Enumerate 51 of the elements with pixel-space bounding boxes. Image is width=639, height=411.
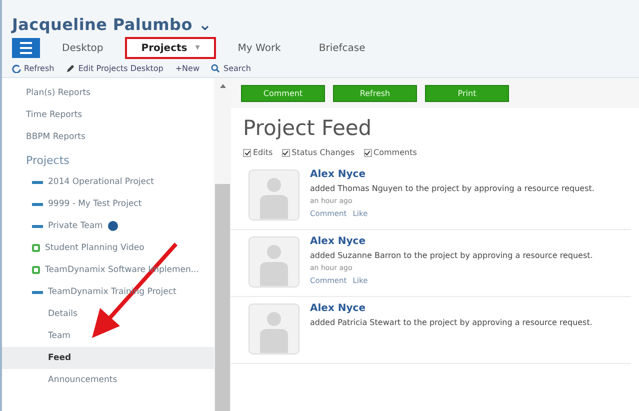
refresh-button[interactable]: Refresh [12, 64, 54, 73]
project-subpage-item[interactable]: Team [2, 325, 214, 347]
project-status-icon [32, 224, 43, 228]
avatar-icon [248, 236, 300, 288]
project-link[interactable]: Private Team [48, 221, 103, 231]
action-button[interactable]: Comment [241, 84, 325, 102]
nav-tab[interactable]: Briefcase [302, 37, 382, 59]
edit-button[interactable]: Edit Projects Desktop [66, 64, 164, 73]
nav-tab[interactable]: Desktop [46, 37, 120, 59]
project-subpage-item[interactable]: Announcements [2, 369, 214, 391]
project-status-icon [32, 266, 40, 274]
project-status-icon [32, 290, 43, 294]
search-icon [211, 64, 220, 73]
filter-label: Status Changes [292, 148, 355, 157]
user-name[interactable]: Jacqueline Palumbo ⌄ [12, 15, 212, 34]
search-button[interactable]: Search [211, 64, 251, 73]
report-link[interactable]: Time Reports [2, 104, 214, 126]
menu-button[interactable] [12, 38, 40, 58]
project-subpage-item[interactable]: Details [2, 303, 214, 325]
project-status-icon [32, 244, 40, 252]
project-subpage-item[interactable]: Feed [2, 347, 214, 369]
author-link[interactable]: Alex Nyce [310, 303, 592, 314]
project-status-icon [32, 180, 43, 184]
refresh-icon [12, 64, 21, 73]
filter-checkbox[interactable] [364, 148, 372, 156]
scrollbar[interactable] [214, 78, 231, 411]
action-button[interactable]: Print [425, 84, 509, 102]
pencil-icon [66, 64, 76, 73]
nav-tab[interactable]: Projects ▾ [125, 37, 216, 59]
feed-message: added Patricia Stewart to the project by approving a resource request. [310, 318, 592, 327]
project-link[interactable]: 9999 - My Test Project [48, 199, 142, 209]
section-heading: Projects [25, 153, 70, 169]
report-link[interactable]: Plan(s) Reports [2, 82, 214, 104]
page-title: Project Feed [242, 115, 373, 140]
new-button[interactable]: +New [175, 64, 200, 73]
feed-message: added Suzanne Barron to the project by approving a resource request. [310, 251, 593, 260]
action-button[interactable]: Refresh [333, 84, 417, 102]
report-link[interactable]: BBPM Reports [2, 126, 214, 148]
filter-checkbox[interactable] [282, 148, 290, 156]
feed-message: added Thomas Nguyen to the project by approving a resource request. [310, 184, 594, 193]
avatar-icon [248, 169, 300, 221]
project-status-icon [32, 202, 43, 206]
project-link[interactable]: Student Planning Video [45, 243, 144, 253]
author-link[interactable]: Alex Nyce [310, 169, 594, 180]
project-link[interactable]: 2014 Operational Project [48, 177, 154, 187]
nav-tab[interactable]: My Work [222, 37, 297, 59]
filter-label: Comments [374, 148, 417, 157]
avatar-icon [248, 303, 300, 355]
author-link[interactable]: Alex Nyce [310, 236, 593, 247]
filter-checkbox[interactable] [243, 148, 251, 156]
filter-label: Edits [253, 148, 273, 157]
